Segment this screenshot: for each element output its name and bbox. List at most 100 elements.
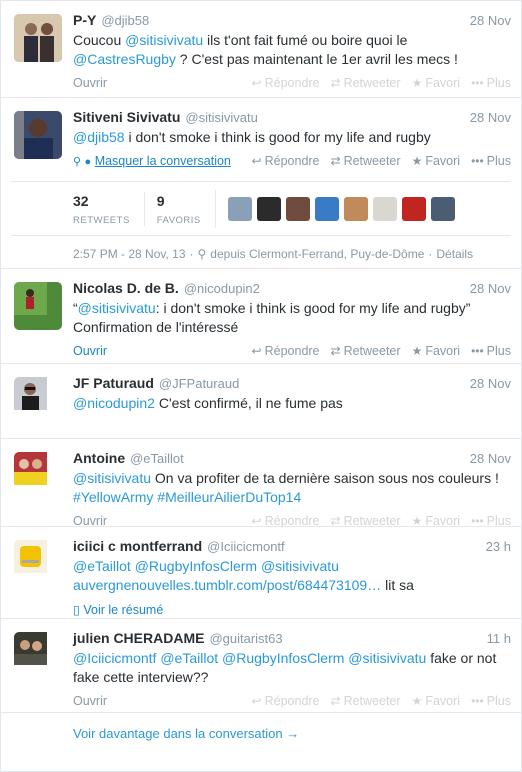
mention-link[interactable]: @RugbyInfosClerm [222,650,344,666]
avatar[interactable] [14,632,62,680]
username[interactable]: @djib58 [101,13,149,28]
more-button[interactable]: ••• Plus [471,514,511,528]
retweet-icon: ⇄ [330,514,341,528]
mention-link[interactable]: @sitisivivatu [261,558,339,574]
reply-tweet[interactable]: Nicolas D. de B. @nicodupin2 28 Nov “@si… [1,269,521,364]
fullname[interactable]: julien CHERADAME [73,630,204,646]
mention-link[interactable]: @Iciicicmontf [73,650,156,666]
retweet-button[interactable]: ⇄ Retweeter [331,514,401,528]
retweet-button[interactable]: ⇄ Retweeter [331,344,401,358]
mention-link[interactable]: @RugbyInfosClerm [135,558,257,574]
mention-link[interactable]: @nicodupin2 [73,395,155,411]
username[interactable]: @nicodupin2 [184,281,260,296]
text-part: ils t'ont fait fumé ou boire quoi le [203,32,408,48]
mention-link[interactable]: @sitisivivatu [125,32,203,48]
reply-button[interactable]: ↩ Répondre [252,76,320,90]
avatar[interactable] [256,196,281,221]
favorite-button[interactable]: ★ Favori [412,514,461,528]
retweet-button[interactable]: ⇄ Retweeter [331,694,401,708]
reply-button[interactable]: ↩ Répondre [252,344,320,358]
mention-link[interactable]: @sitisivivatu [73,470,151,486]
timestamp[interactable]: 28 Nov [470,281,511,296]
fullname[interactable]: JF Paturaud [73,375,154,391]
reply-button[interactable]: ↩ Répondre [252,694,320,708]
favorites-stat[interactable]: 9 FAVORIS [143,191,215,226]
hashtag-link[interactable]: #YellowArmy [73,489,153,505]
avatar[interactable] [430,196,455,221]
tweet-location[interactable]: depuis Clermont-Ferrand, Puy-de-Dôme [210,247,424,261]
reply-tweet[interactable]: JF Paturaud @JFPaturaud 28 Nov @nicodupi… [1,364,521,439]
hide-conversation-link[interactable]: ⚲ ● Masquer la conversation [73,154,231,168]
avatar[interactable] [14,14,62,62]
timestamp[interactable]: 28 Nov [470,110,511,125]
avatar[interactable] [14,452,62,500]
mention-link[interactable]: @sitisivivatu [348,650,426,666]
expand-link[interactable]: Ouvrir [73,694,107,708]
username[interactable]: @Iciicicmontf [207,539,285,554]
username[interactable]: @sitisivivatu [185,110,257,125]
retweets-stat[interactable]: 32 RETWEETS [73,192,144,226]
more-button[interactable]: ••• Plus [471,694,511,708]
view-summary-link[interactable]: ▯ Voir le résumé [73,602,163,617]
fullname[interactable]: iciici c montferrand [73,538,202,554]
avatar[interactable] [14,377,62,425]
avatar[interactable] [227,196,252,221]
fullname[interactable]: Sitiveni Sivivatu [73,109,180,125]
reply-button[interactable]: ↩ Répondre [252,154,320,168]
timestamp[interactable]: 28 Nov [470,376,511,391]
reply-tweet[interactable]: julien CHERADAME @guitarist63 11 h @Icii… [1,619,521,713]
mention-link[interactable]: @eTaillot [160,650,218,666]
reply-button[interactable]: ↩ Répondre [252,514,320,528]
mention-link[interactable]: @CastresRugby [73,51,176,67]
favorite-button[interactable]: ★ Favori [412,694,461,708]
text-part: C'est confirmé, il ne fume pas [154,395,343,411]
star-icon: ★ [411,514,423,528]
avatar[interactable] [285,196,310,221]
reply-tweet[interactable]: Antoine @eTaillot 28 Nov @sitisivivatu O… [1,439,521,528]
avatar[interactable] [14,111,62,159]
more-button[interactable]: ••• Plus [471,344,511,358]
tweet-py[interactable]: P-Y @djib58 28 Nov Coucou @sitisivivatu … [1,1,521,98]
username[interactable]: @eTaillot [130,451,184,466]
fullname[interactable]: P-Y [73,12,96,28]
tweet-main[interactable]: Sitiveni Sivivatu @sitisivivatu 28 Nov @… [1,98,521,269]
reply-arrow-icon: ↩ [251,154,262,168]
reply-label: Répondre [264,76,320,90]
tweet-datetime[interactable]: 2:57 PM - 28 Nov, 13 [73,247,186,261]
mention-link[interactable]: @sitisivivatu [78,300,156,316]
expand-link[interactable]: Ouvrir [73,76,107,90]
retweet-button[interactable]: ⇄ Retweeter [331,76,401,90]
more-button[interactable]: ••• Plus [471,76,511,90]
retweet-button[interactable]: ⇄ Retweeter [331,154,401,168]
text-part: Coucou [73,32,126,48]
url-link[interactable]: auvergnenouvelles.tumblr.com/post/684473… [73,577,381,593]
fullname[interactable]: Nicolas D. de B. [73,280,179,296]
avatar[interactable] [14,282,62,330]
favorite-button[interactable]: ★ Favori [412,154,461,168]
timestamp[interactable]: 11 h [487,631,511,646]
favorite-label: Favori [425,76,461,90]
favorite-button[interactable]: ★ Favori [412,76,461,90]
avatar[interactable] [372,196,397,221]
details-link[interactable]: Détails [436,247,473,261]
avatar[interactable] [314,196,339,221]
reply-tweet[interactable]: iciici c montferrand @Iciicicmontf 23 h … [1,527,521,619]
hashtag-link[interactable]: #MeilleurAilierDuTop14 [157,489,301,505]
view-more-conversation-link[interactable]: Voir davantage dans la conversation → [1,713,521,754]
timestamp[interactable]: 28 Nov [470,451,511,466]
more-button[interactable]: ••• Plus [471,154,511,168]
avatar[interactable] [14,540,62,588]
timestamp[interactable]: 28 Nov [470,13,511,28]
mention-link[interactable]: @djib58 [73,129,125,145]
username[interactable]: @guitarist63 [209,631,282,646]
timestamp[interactable]: 23 h [486,539,511,554]
dots-icon: ••• [471,694,484,708]
favorite-button[interactable]: ★ Favori [412,344,461,358]
expand-link[interactable]: Ouvrir [73,344,107,358]
avatar[interactable] [401,196,426,221]
username[interactable]: @JFPaturaud [159,376,239,391]
mention-link[interactable]: @eTaillot [73,558,131,574]
expand-link[interactable]: Ouvrir [73,514,107,528]
fullname[interactable]: Antoine [73,450,125,466]
avatar[interactable] [343,196,368,221]
